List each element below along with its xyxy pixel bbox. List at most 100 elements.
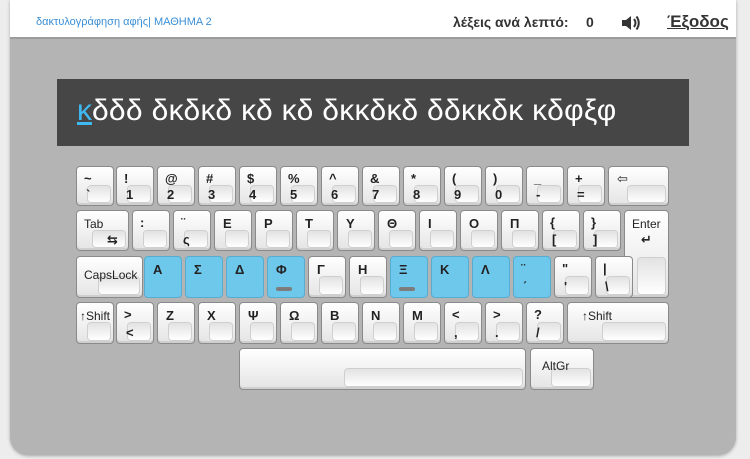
key-row2-0[interactable]: : [132, 210, 170, 251]
altgr-label: AltGr [542, 359, 570, 373]
key-row1-4-bottom-label: 4 [249, 187, 257, 202]
altgr-key[interactable]: AltGr [530, 348, 594, 390]
key-row3-3[interactable]: Φ [267, 256, 305, 298]
key-row4-8-top-label: < [452, 307, 460, 322]
key-row3-9-top-label: ¨ [521, 261, 526, 276]
key-row4-4[interactable]: Ω [280, 302, 318, 344]
key-row1-0[interactable]: ~ ` [76, 166, 114, 206]
key-row1-5-bottom-label: 5 [290, 187, 298, 202]
key-row1-4[interactable]: $4 [239, 166, 277, 206]
key-row1-3[interactable]: #3 [198, 166, 236, 206]
key-row3-10[interactable]: " ' [554, 256, 592, 298]
key-row3-6-label: Ξ [399, 262, 408, 277]
key-row1-6[interactable]: ^ 6 [321, 166, 359, 206]
key-row3-11-top-label: | [603, 261, 607, 276]
key-row4-3[interactable]: Ψ [239, 302, 277, 344]
key-row3-0[interactable]: Α [144, 256, 182, 298]
key-row1-12[interactable]: + = [567, 166, 605, 206]
key-row4-9-top-label: > [493, 307, 501, 322]
key-row3-9-bottom-label: ΄ [523, 279, 528, 294]
key-row3-9[interactable]: ¨ ΄ [513, 256, 551, 298]
key-row2-11[interactable]: }] [583, 210, 621, 251]
key-row3-5[interactable]: Η [349, 256, 387, 298]
key-row1-10[interactable]: ) 0 [485, 166, 523, 206]
shift-left-label: ↑Shift [80, 309, 111, 323]
key-row1-12-bottom-label: = [577, 187, 585, 202]
key-row4-5[interactable]: Β [321, 302, 359, 344]
spacebar-key[interactable] [239, 348, 526, 390]
key-row1-2[interactable]: @2 [157, 166, 195, 206]
key-row4-0[interactable]: > < [116, 302, 154, 344]
key-row1-7-bottom-label: 7 [372, 187, 380, 202]
key-row2-4-label: Τ [305, 216, 313, 231]
key-row3-11-bottom-label: \ [605, 279, 609, 294]
enter-label: Enter [632, 217, 661, 231]
tab-arrow-icon: ⇆ [107, 232, 118, 247]
key-row4-6[interactable]: Ν [362, 302, 400, 344]
key-row1-11[interactable]: _ - [526, 166, 564, 206]
backspace-key[interactable]: ⇦ [608, 166, 669, 206]
key-row1-1-bottom-label: 1 [126, 187, 134, 202]
key-row4-7[interactable]: Μ [403, 302, 441, 344]
key-row2-3[interactable]: Ρ [255, 210, 293, 251]
key-row4-7-label: Μ [412, 308, 423, 323]
key-row2-11-top-label: } [591, 215, 597, 230]
key-row2-1-top-label: ¨ [181, 215, 186, 230]
key-row3-8-label: Λ [481, 262, 490, 277]
key-row3-10-top-label: " [562, 261, 569, 276]
key-row1-11-bottom-label: - [536, 187, 541, 202]
key-row1-9[interactable]: (9 [444, 166, 482, 206]
shift-left-key[interactable]: ↑Shift [76, 302, 114, 344]
key-row1-5[interactable]: % 5 [280, 166, 318, 206]
key-row2-1-bottom-label: ς [183, 232, 190, 247]
key-row2-10[interactable]: {[ [542, 210, 580, 251]
key-row4-10-top-label: ? [534, 307, 542, 322]
key-row4-1[interactable]: Ζ [157, 302, 195, 344]
capslock-key[interactable]: CapsLock [76, 256, 143, 298]
key-row1-9-top-label: ( [452, 171, 457, 186]
key-row1-8[interactable]: * 8 [403, 166, 441, 206]
key-row2-1[interactable]: ¨ ς [173, 210, 211, 251]
key-row1-1[interactable]: ! 1 [116, 166, 154, 206]
key-row3-1[interactable]: Σ [185, 256, 223, 298]
key-row3-8[interactable]: Λ [472, 256, 510, 298]
key-row1-1-top-label: ! [124, 171, 129, 186]
home-key-bump [276, 287, 292, 291]
key-row4-6-label: Ν [371, 308, 381, 323]
key-row2-5[interactable]: Υ [337, 210, 375, 251]
key-row1-7[interactable]: & 7 [362, 166, 400, 206]
key-row3-7[interactable]: Κ [431, 256, 469, 298]
key-row2-3-label: Ρ [264, 216, 273, 231]
key-row2-8[interactable]: Ο [460, 210, 498, 251]
key-row1-0-bottom-label: ` [86, 187, 91, 202]
capslock-label: CapsLock [84, 268, 138, 282]
key-row1-11-top-label: _ [534, 171, 542, 186]
enter-arrow-icon: ↵ [641, 232, 652, 247]
key-row3-11[interactable]: | \ [595, 256, 633, 298]
key-row4-2[interactable]: Χ [198, 302, 236, 344]
key-row1-12-top-label: + [575, 171, 583, 186]
key-row4-9[interactable]: >. [485, 302, 523, 344]
key-row2-7[interactable]: Ι [419, 210, 457, 251]
key-row2-2[interactable]: Ε [214, 210, 252, 251]
key-row3-4[interactable]: Γ [308, 256, 346, 298]
key-row1-3-bottom-label: 3 [208, 187, 216, 202]
shift-right-key[interactable]: ↑Shift [567, 302, 669, 344]
key-row4-8[interactable]: <, [444, 302, 482, 344]
key-row1-6-top-label: ^ [329, 171, 337, 186]
key-row2-4[interactable]: Τ [296, 210, 334, 251]
key-row3-2[interactable]: Δ [226, 256, 264, 298]
shift-right-label: ↑Shift [582, 309, 613, 323]
key-row2-7-label: Ι [428, 216, 432, 231]
key-row3-6[interactable]: Ξ [390, 256, 428, 298]
key-row2-9[interactable]: Π [501, 210, 539, 251]
backspace-arrow-icon: ⇦ [617, 171, 628, 186]
key-row1-6-bottom-label: 6 [331, 187, 339, 202]
key-row2-6[interactable]: Θ [378, 210, 416, 251]
key-row4-3-label: Ψ [248, 308, 259, 323]
tab-key[interactable]: Tab ⇆ [76, 210, 129, 251]
key-row2-0-top-label: : [140, 215, 145, 230]
key-row2-6-label: Θ [387, 216, 398, 231]
key-row4-10[interactable]: ? / [526, 302, 564, 344]
key-row3-5-label: Η [358, 262, 368, 277]
